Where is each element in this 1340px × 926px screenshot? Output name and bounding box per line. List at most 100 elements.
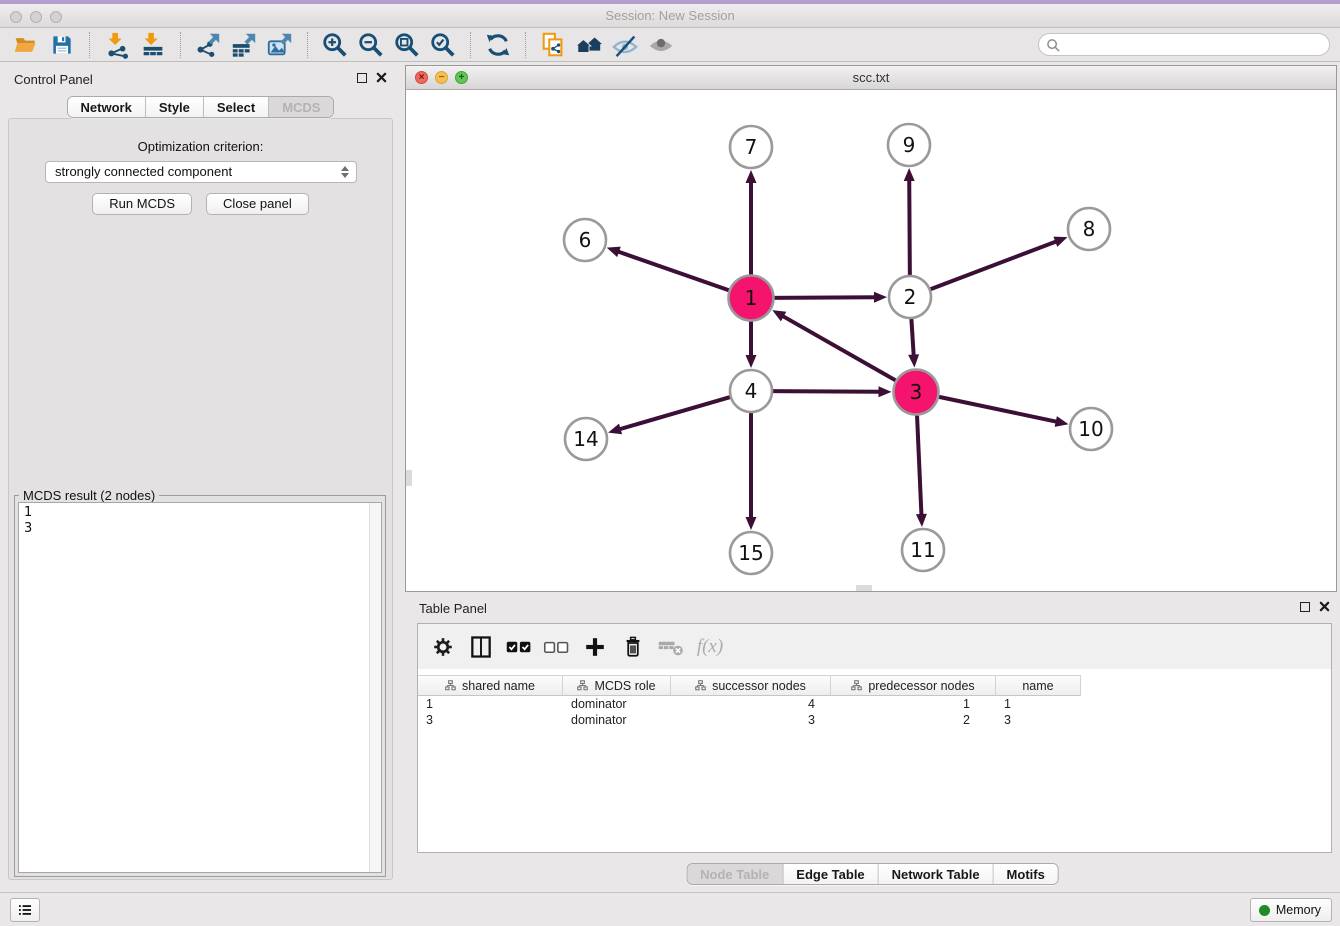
mcds-panel: Optimization criterion: strongly connect… [8,118,393,880]
column-header-successor-nodes[interactable]: successor nodes [671,675,831,696]
run-mcds-button[interactable]: Run MCDS [92,193,192,215]
toolbar-separator [307,32,308,58]
table-cell[interactable]: 1 [418,696,563,712]
column-header-label: predecessor nodes [868,679,974,693]
graph-edge-2-8[interactable] [928,241,1057,290]
column-type-icon [695,680,706,691]
column-header-predecessor-nodes[interactable]: predecessor nodes [831,675,996,696]
table-tab-edge-table[interactable]: Edge Table [783,864,878,884]
table-cell[interactable]: 3 [671,712,831,728]
vertical-scrollbar-nub[interactable] [406,470,412,486]
column-header-name[interactable]: name [996,675,1081,696]
table-tab-motifs[interactable]: Motifs [994,864,1058,884]
delete-row-icon[interactable] [616,631,650,663]
tab-select[interactable]: Select [204,97,269,117]
column-header-mcds-role[interactable]: MCDS role [563,675,671,696]
graph-edge-4-3[interactable] [770,391,881,392]
float-panel-icon[interactable] [357,73,367,83]
column-header-label: MCDS role [594,679,655,693]
export-image-icon[interactable] [262,30,298,60]
column-type-icon [577,680,588,691]
horizontal-scrollbar-nub[interactable] [856,585,872,591]
memory-button[interactable]: Memory [1250,898,1332,922]
save-session-icon[interactable] [44,30,80,60]
toolbar-separator [470,32,471,58]
close-panel-button[interactable]: Close panel [206,193,309,215]
tab-style[interactable]: Style [146,97,204,117]
export-table-icon[interactable] [226,30,262,60]
search-input[interactable] [1065,35,1321,54]
graph-edge-3-10[interactable] [936,396,1058,422]
zoom-selected-icon[interactable] [425,30,461,60]
graph-edge-arrow [878,386,891,397]
add-row-icon[interactable] [578,631,612,663]
network-graph: 7968124314101511 [406,90,1336,591]
table-cell[interactable]: 1 [831,696,996,712]
table-cell[interactable]: dominator [563,712,671,728]
graph-edge-2-3[interactable] [911,316,914,357]
apply-function-icon[interactable]: f(x) [692,631,726,663]
graph-edge-3-1[interactable] [782,316,898,382]
table-cell[interactable]: 1 [996,696,1081,712]
column-header-label: shared name [462,679,535,693]
network-view-window: × − + scc.txt 7968124314101511 [405,65,1337,592]
new-network-from-selection-icon[interactable] [535,30,571,60]
control-panel-tabs: NetworkStyleSelectMCDS [67,96,335,118]
tab-network[interactable]: Network [68,97,146,117]
node-table: shared name MCDS role successor nodes prede… [418,675,1331,728]
table-settings-icon[interactable] [426,631,460,663]
column-header-shared-name[interactable]: shared name [418,675,563,696]
list-icon [16,901,34,919]
table-rows: 1dominator4113dominator323 [418,696,1331,728]
open-file-icon[interactable] [8,30,44,60]
refresh-view-icon[interactable] [480,30,516,60]
toolbar-separator [525,32,526,58]
export-network-icon[interactable] [190,30,226,60]
float-table-panel-icon[interactable] [1300,602,1310,612]
import-network-icon[interactable] [99,30,135,60]
network-window-titlebar[interactable]: × − + scc.txt [406,66,1336,90]
close-panel-icon[interactable] [376,72,387,83]
table-cell[interactable]: 3 [418,712,563,728]
task-history-button[interactable] [10,898,40,922]
clear-selection-icon[interactable] [540,631,574,663]
mcds-result-text[interactable]: 13 [18,502,382,873]
table-cell[interactable]: dominator [563,696,671,712]
table-tab-network-table[interactable]: Network Table [879,864,994,884]
graph-edge-2-9[interactable] [909,179,910,278]
first-neighbors-icon[interactable] [571,30,607,60]
memory-label: Memory [1276,903,1321,917]
table-tab-node-table[interactable]: Node Table [687,864,783,884]
graph-edge-1-2[interactable] [771,297,876,298]
result-scrollbar[interactable] [369,503,381,872]
hide-selected-icon[interactable] [607,30,643,60]
show-columns-icon[interactable] [464,631,498,663]
network-canvas[interactable]: 7968124314101511 [406,90,1336,591]
criterion-dropdown-value: strongly connected component [55,164,232,179]
tab-mcds[interactable]: MCDS [269,97,333,117]
close-table-panel-icon[interactable] [1319,601,1330,612]
control-panel: Control Panel NetworkStyleSelectMCDS Opt… [6,66,395,880]
table-row[interactable]: 3dominator323 [418,712,1331,728]
delete-column-icon[interactable] [654,631,688,663]
table-cell[interactable]: 3 [996,712,1081,728]
graph-edge-4-14[interactable] [619,396,733,429]
table-cell[interactable]: 4 [671,696,831,712]
select-all-icon[interactable] [502,631,536,663]
table-toolbar: f(x) [418,624,1331,669]
graph-edge-1-6[interactable] [617,251,732,291]
graph-node-label: 1 [745,286,758,310]
table-cell[interactable]: 2 [831,712,996,728]
graph-node-label: 8 [1083,217,1096,241]
zoom-out-icon[interactable] [353,30,389,60]
zoom-in-icon[interactable] [317,30,353,60]
criterion-dropdown[interactable]: strongly connected component [45,161,357,183]
table-row[interactable]: 1dominator411 [418,696,1331,712]
zoom-fit-icon[interactable] [389,30,425,60]
import-table-icon[interactable] [135,30,171,60]
graph-edge-3-11[interactable] [917,412,922,516]
graph-edge-arrow [904,168,915,181]
show-all-icon[interactable] [643,30,679,60]
column-type-icon [445,680,456,691]
search-field[interactable] [1038,33,1330,56]
